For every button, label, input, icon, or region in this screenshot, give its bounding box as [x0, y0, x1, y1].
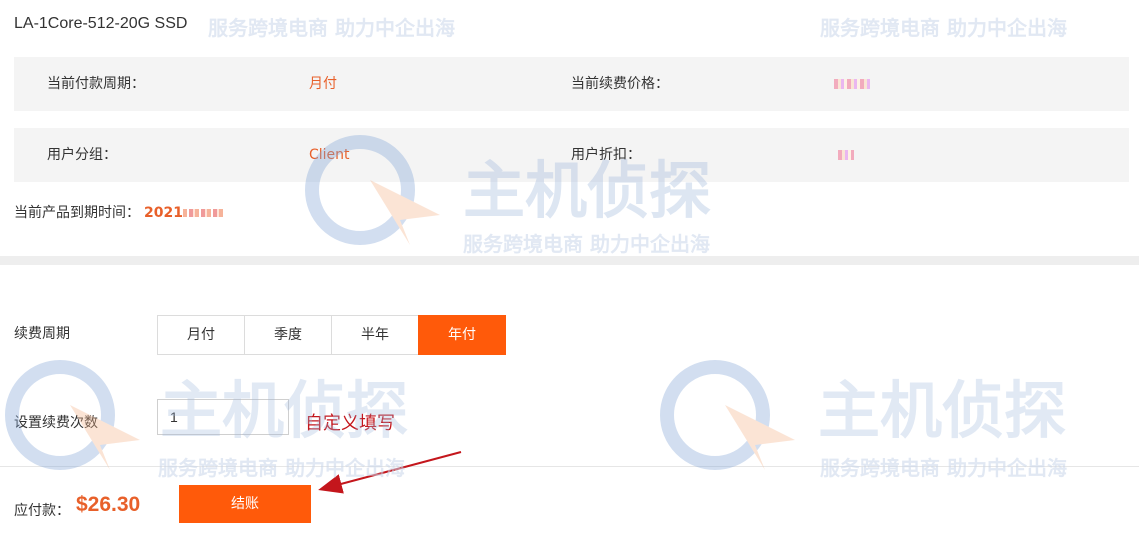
user-group-value: Client — [309, 147, 350, 163]
section-divider — [0, 256, 1139, 265]
renew-price-label: 当前续费价格： — [571, 76, 669, 92]
period-option-monthly[interactable]: 月付 — [157, 315, 245, 355]
payment-cycle-label: 当前付款周期： — [47, 76, 145, 92]
user-group-label: 用户分组： — [47, 147, 117, 163]
checkout-divider — [0, 466, 1139, 467]
user-discount-label: 用户折扣： — [571, 147, 641, 163]
renew-times-label: 设置续费次数 — [14, 415, 98, 431]
user-discount-value-blurred — [838, 128, 854, 182]
expiry-label: 当前产品到期时间： — [14, 205, 140, 221]
info-row-user: 用户分组： Client 用户折扣： — [14, 128, 1129, 182]
period-option-quarterly[interactable]: 季度 — [244, 315, 332, 355]
amount-due-value: $26.30 — [76, 493, 141, 516]
checkout-button[interactable]: 结账 — [179, 485, 311, 523]
expiry-info: 当前产品到期时间： 2021 — [14, 202, 223, 222]
period-option-yearly[interactable]: 年付 — [418, 315, 506, 355]
info-row-payment: 当前付款周期： 月付 当前续费价格： — [14, 57, 1129, 111]
watermark-logo-icon — [660, 360, 795, 470]
renew-times-input[interactable] — [157, 399, 289, 435]
amount-due-label: 应付款： — [14, 503, 70, 519]
renew-price-value-blurred — [834, 57, 870, 111]
product-info-section: LA-1Core-512-20G SSD 当前付款周期： 月付 当前续费价格： … — [0, 0, 1139, 256]
custom-fill-annotation: 自定义填写 — [305, 413, 395, 434]
period-option-half-year[interactable]: 半年 — [331, 315, 419, 355]
renew-period-label: 续费周期 — [14, 326, 70, 342]
payment-cycle-value: 月付 — [309, 76, 337, 92]
product-title: LA-1Core-512-20G SSD — [14, 15, 188, 32]
renew-period-selector: 月付 季度 半年 年付 — [157, 315, 506, 355]
watermark-brand-3: 主机侦探 — [818, 374, 1067, 447]
expiry-date-blurred — [182, 209, 223, 217]
expiry-date: 2021 — [144, 205, 223, 221]
